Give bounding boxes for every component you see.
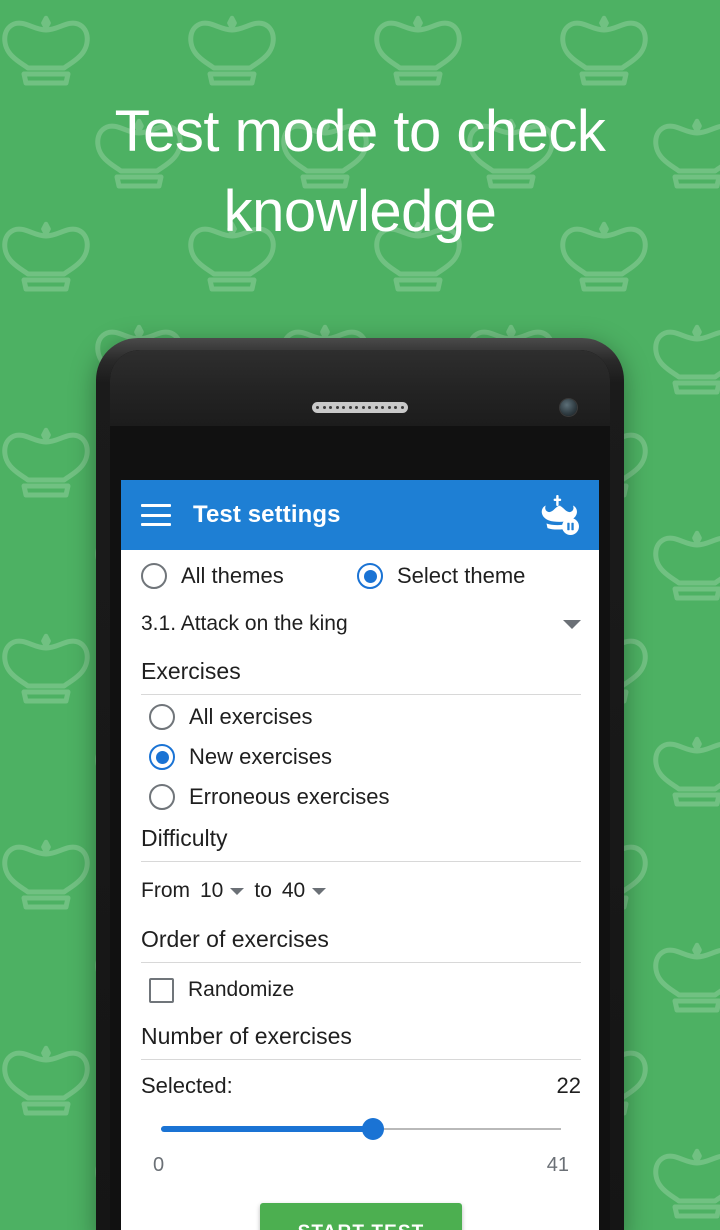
radio-label: Erroneous exercises [189,784,390,809]
theme-dropdown-value: 3.1. Attack on the king [141,612,348,635]
difficulty-to-dropdown[interactable]: 40 [281,879,327,903]
theme-scope-group: All themes Select theme [141,550,581,598]
slider-max-label: 41 [546,1154,569,1176]
radio-label: New exercises [189,744,333,769]
radio-label: Select theme [397,563,526,588]
difficulty-from-label: From [141,879,190,902]
selected-label: Selected: [141,1073,233,1098]
exercise-count-slider[interactable] [141,1110,581,1150]
section-title-exercises: Exercises [141,650,581,695]
difficulty-from-value: 10 [200,879,224,902]
slider-fill [161,1126,373,1132]
start-test-button[interactable]: START TEST [259,1203,463,1230]
slider-min-label: 0 [153,1154,165,1176]
radio-new-exercises[interactable]: New exercises [141,737,581,777]
section-title-difficulty: Difficulty [141,817,581,862]
radio-label: All themes [181,563,284,588]
difficulty-to-value: 40 [281,879,306,902]
phone-bezel: Test settings All themes Select theme 3.… [110,350,610,1230]
chevron-down-icon [312,887,327,895]
chevron-down-icon [563,619,581,629]
start-button-container: START TEST [141,1203,581,1230]
settings-content: All themes Select theme 3.1. Attack on t… [121,550,599,1230]
radio-all-themes[interactable]: All themes [141,563,357,589]
slider-bounds: 0 41 [141,1154,581,1177]
radio-indicator [149,704,175,730]
app-screen: Test settings All themes Select theme 3.… [121,480,599,1230]
radio-indicator [149,744,175,770]
chess-king-pause-icon[interactable] [535,493,581,537]
difficulty-from-dropdown[interactable]: 10 [200,879,245,903]
checkbox-indicator [149,977,174,1003]
difficulty-range-row: From 10 to 40 [141,864,581,918]
difficulty-to-label: to [254,879,272,902]
radio-select-theme[interactable]: Select theme [357,563,525,589]
phone-top-bezel [110,350,610,426]
checkbox-randomize[interactable]: Randomize [141,965,581,1015]
section-title-number-of-exercises: Number of exercises [141,1015,581,1060]
app-bar-title: Test settings [193,501,341,528]
radio-indicator [141,563,167,589]
theme-dropdown[interactable]: 3.1. Attack on the king [141,598,581,650]
radio-erroneous-exercises[interactable]: Erroneous exercises [141,777,581,817]
selected-count-row: Selected: 22 [141,1062,581,1110]
checkbox-label: Randomize [188,978,295,1001]
selected-value: 22 [556,1073,581,1098]
radio-all-exercises[interactable]: All exercises [141,697,581,737]
page-title: Test mode to check knowledge [114,99,606,244]
chevron-down-icon [230,887,245,895]
slider-thumb[interactable] [362,1118,384,1140]
phone-device-frame: Test settings All themes Select theme 3.… [96,338,624,1230]
front-camera-icon [560,399,577,416]
radio-indicator [357,563,383,589]
section-title-order: Order of exercises [141,918,581,963]
radio-label: All exercises [189,704,313,729]
radio-indicator [149,784,175,810]
app-bar: Test settings [121,480,599,550]
promo-screenshot: Test mode to check knowledge Test settin… [0,0,720,1230]
earpiece-speaker-icon [312,402,408,413]
hamburger-menu-icon[interactable] [141,504,171,526]
